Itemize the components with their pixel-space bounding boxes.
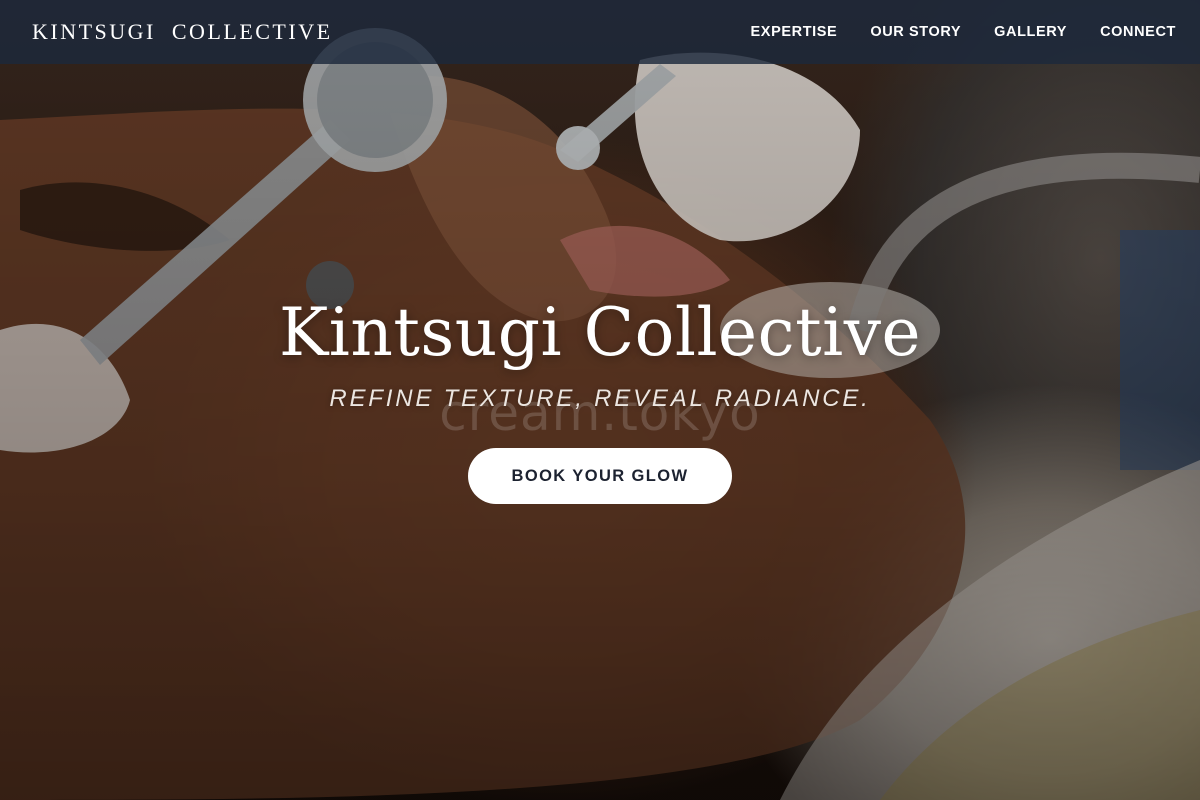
nav-link-gallery[interactable]: GALLERY: [994, 24, 1067, 40]
book-your-glow-button[interactable]: BOOK YOUR GLOW: [468, 448, 732, 504]
hero-tagline: REFINE TEXTURE, REVEAL RADIANCE.: [329, 385, 871, 412]
main-menu: EXPERTISE OUR STORY GALLERY CONNECT: [751, 24, 1176, 40]
hero-title: Kintsugi Collective: [278, 294, 922, 371]
brand-logo-link[interactable]: KINTSUGI COLLECTIVE: [32, 19, 333, 45]
nav-link-connect[interactable]: CONNECT: [1100, 24, 1176, 40]
top-navigation-bar: KINTSUGI COLLECTIVE EXPERTISE OUR STORY …: [0, 0, 1200, 64]
nav-link-our-story[interactable]: OUR STORY: [870, 24, 961, 40]
nav-link-expertise[interactable]: EXPERTISE: [751, 24, 838, 40]
